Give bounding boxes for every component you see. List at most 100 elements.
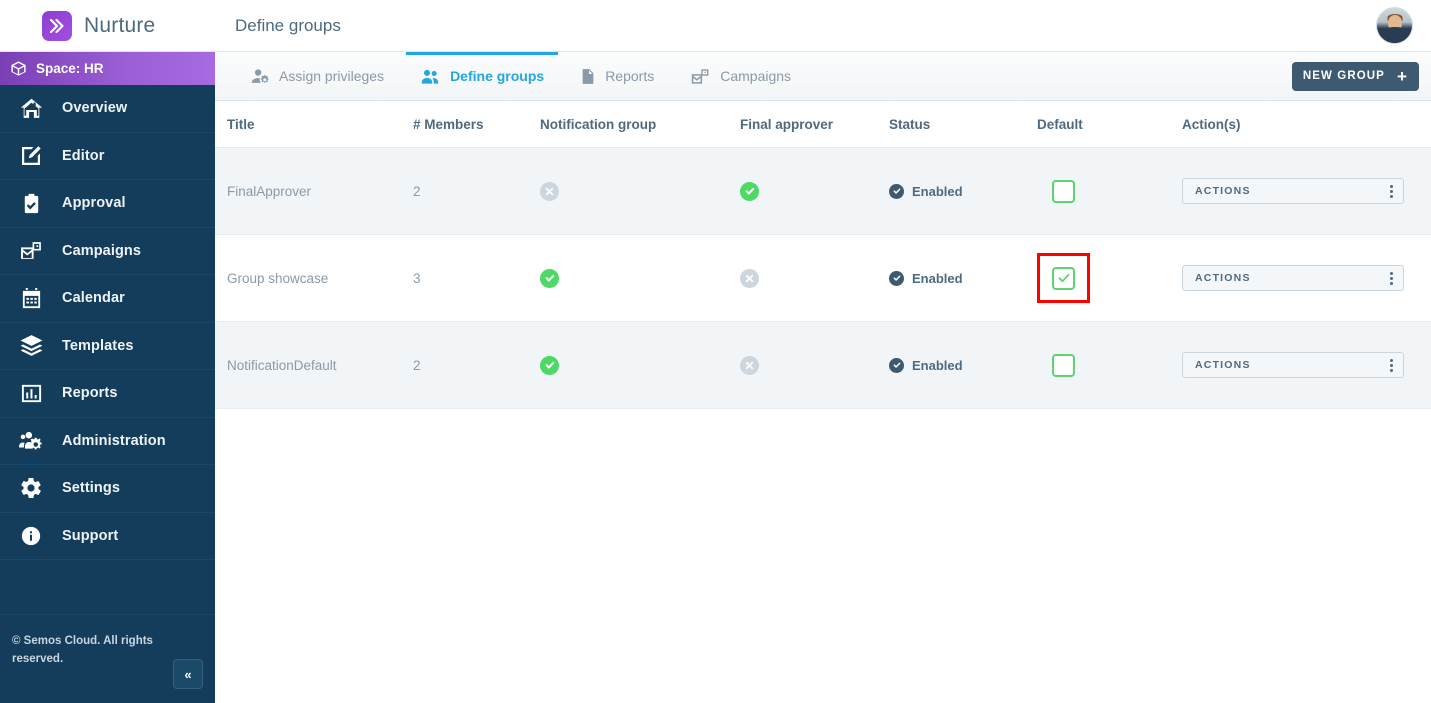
status-badge: Enabled bbox=[889, 183, 1037, 199]
tab-campaigns[interactable]: Campaigns bbox=[672, 52, 809, 100]
space-selector[interactable]: Space: HR bbox=[0, 52, 215, 85]
cell-notification-group bbox=[540, 234, 740, 322]
sidebar-item-editor[interactable]: Editor bbox=[0, 133, 215, 180]
kebab-menu-icon bbox=[1390, 271, 1393, 285]
cell-notification-group bbox=[540, 321, 740, 409]
status-label: Enabled bbox=[912, 357, 963, 373]
table-row[interactable]: NotificationDefault 2 Enabled ACTIONS bbox=[215, 321, 1431, 409]
groups-table-area: Title # Members Notification group Final… bbox=[215, 101, 1431, 703]
tab-label: Define groups bbox=[450, 68, 545, 84]
cell-default bbox=[1037, 147, 1182, 235]
cell-members: 2 bbox=[413, 147, 540, 235]
col-final-approver: Final approver bbox=[740, 101, 889, 148]
avatar[interactable] bbox=[1376, 7, 1413, 44]
tab-label: Reports bbox=[605, 68, 655, 84]
cell-final-approver bbox=[740, 147, 889, 235]
cell-status: Enabled bbox=[889, 321, 1037, 409]
sidebar-item-label: Templates bbox=[62, 337, 134, 354]
cell-title: FinalApprover bbox=[215, 147, 413, 235]
cube-icon bbox=[10, 60, 27, 77]
tab-label: Assign privileges bbox=[279, 68, 385, 84]
status-check-icon bbox=[889, 183, 904, 199]
info-circle-icon bbox=[0, 525, 62, 547]
tabs: Assign privileges Define groups Reports bbox=[233, 52, 809, 100]
default-checkbox[interactable] bbox=[1052, 353, 1075, 377]
tab-define-groups[interactable]: Define groups bbox=[402, 52, 562, 100]
nurture-logo-icon bbox=[42, 10, 72, 41]
pencil-square-icon bbox=[0, 144, 62, 168]
actions-label: ACTIONS bbox=[1195, 272, 1251, 284]
table-body: FinalApprover 2 Enabled ACTIONS Group sh… bbox=[215, 147, 1431, 409]
default-checkbox-checked[interactable] bbox=[1052, 266, 1075, 290]
cell-status: Enabled bbox=[889, 147, 1037, 235]
tab-assign-privileges[interactable]: Assign privileges bbox=[233, 52, 402, 100]
cell-default bbox=[1037, 321, 1182, 409]
actions-dropdown[interactable]: ACTIONS bbox=[1182, 352, 1404, 378]
top-header: Define groups bbox=[215, 0, 1431, 52]
layers-icon bbox=[0, 333, 62, 358]
plus-icon: + bbox=[1396, 66, 1408, 86]
cell-title: Group showcase bbox=[215, 234, 413, 322]
toolbar-right: NEW GROUP + bbox=[1291, 52, 1419, 100]
table-row[interactable]: Group showcase 3 Enabled ACTIONS bbox=[215, 234, 1431, 322]
sidebar-item-settings[interactable]: Settings bbox=[0, 465, 215, 513]
cell-members: 3 bbox=[413, 234, 540, 322]
sidebar-item-reports[interactable]: Reports bbox=[0, 370, 215, 418]
gear-icon bbox=[0, 476, 62, 500]
cell-final-approver bbox=[740, 321, 889, 409]
avatar-body bbox=[1377, 27, 1412, 43]
check-circle-icon bbox=[740, 181, 759, 201]
sidebar-item-label: Overview bbox=[62, 100, 128, 117]
new-group-button[interactable]: NEW GROUP + bbox=[1291, 61, 1419, 91]
clipboard-check-icon bbox=[0, 192, 62, 215]
cross-circle-icon bbox=[740, 268, 759, 288]
default-checkbox[interactable] bbox=[1052, 179, 1075, 203]
actions-dropdown[interactable]: ACTIONS bbox=[1182, 265, 1404, 291]
sidebar-item-label: Administration bbox=[62, 432, 166, 449]
tab-reports[interactable]: Reports bbox=[562, 52, 672, 100]
campaign-mail-icon bbox=[0, 238, 62, 263]
cross-circle-icon bbox=[740, 355, 759, 375]
sidebar-item-calendar[interactable]: Calendar bbox=[0, 275, 215, 323]
sidebar-spacer bbox=[0, 560, 215, 615]
brand-name: Nurture bbox=[84, 13, 156, 37]
sidebar-footer: © Semos Cloud. All rights reserved. « bbox=[0, 615, 215, 703]
space-label: Space: HR bbox=[36, 61, 104, 76]
kebab-menu-icon bbox=[1390, 184, 1393, 198]
status-check-icon bbox=[889, 357, 904, 373]
highlight-box bbox=[1037, 253, 1090, 303]
status-check-icon bbox=[889, 270, 904, 286]
collapse-sidebar-button[interactable]: « bbox=[173, 659, 203, 689]
sidebar-item-templates[interactable]: Templates bbox=[0, 323, 215, 370]
users-gear-icon bbox=[0, 428, 62, 454]
cell-notification-group bbox=[540, 147, 740, 235]
app-root: Nurture Space: HR Overview Editor Approv… bbox=[0, 0, 1431, 703]
sidebar-item-label: Reports bbox=[62, 385, 118, 402]
table-row[interactable]: FinalApprover 2 Enabled ACTIONS bbox=[215, 147, 1431, 235]
calendar-icon bbox=[0, 287, 62, 310]
col-members: # Members bbox=[413, 101, 540, 148]
page-title: Define groups bbox=[235, 15, 341, 35]
table-head: Title # Members Notification group Final… bbox=[215, 101, 1431, 148]
kebab-menu-icon bbox=[1390, 358, 1393, 372]
cell-default bbox=[1037, 234, 1182, 322]
sidebar-item-overview[interactable]: Overview bbox=[0, 85, 215, 133]
sidebar-item-label: Editor bbox=[62, 147, 105, 164]
sidebar-item-administration[interactable]: Administration bbox=[0, 418, 215, 465]
status-label: Enabled bbox=[912, 270, 963, 286]
home-icon bbox=[0, 96, 62, 121]
brand-header[interactable]: Nurture bbox=[0, 0, 215, 52]
new-group-label: NEW GROUP bbox=[1302, 70, 1385, 82]
sidebar-item-label: Approval bbox=[62, 195, 126, 212]
sidebar-item-label: Settings bbox=[62, 480, 120, 497]
sidebar-item-label: Calendar bbox=[62, 290, 125, 307]
status-label: Enabled bbox=[912, 183, 963, 199]
actions-dropdown[interactable]: ACTIONS bbox=[1182, 178, 1404, 204]
cell-status: Enabled bbox=[889, 234, 1037, 322]
sidebar-item-campaigns[interactable]: Campaigns bbox=[0, 228, 215, 275]
sidebar-item-support[interactable]: Support bbox=[0, 513, 215, 560]
sidebar-item-approval[interactable]: Approval bbox=[0, 180, 215, 228]
sidebar-item-label: Campaigns bbox=[62, 242, 142, 259]
status-badge: Enabled bbox=[889, 357, 1037, 373]
tab-bar: Assign privileges Define groups Reports bbox=[215, 52, 1431, 101]
